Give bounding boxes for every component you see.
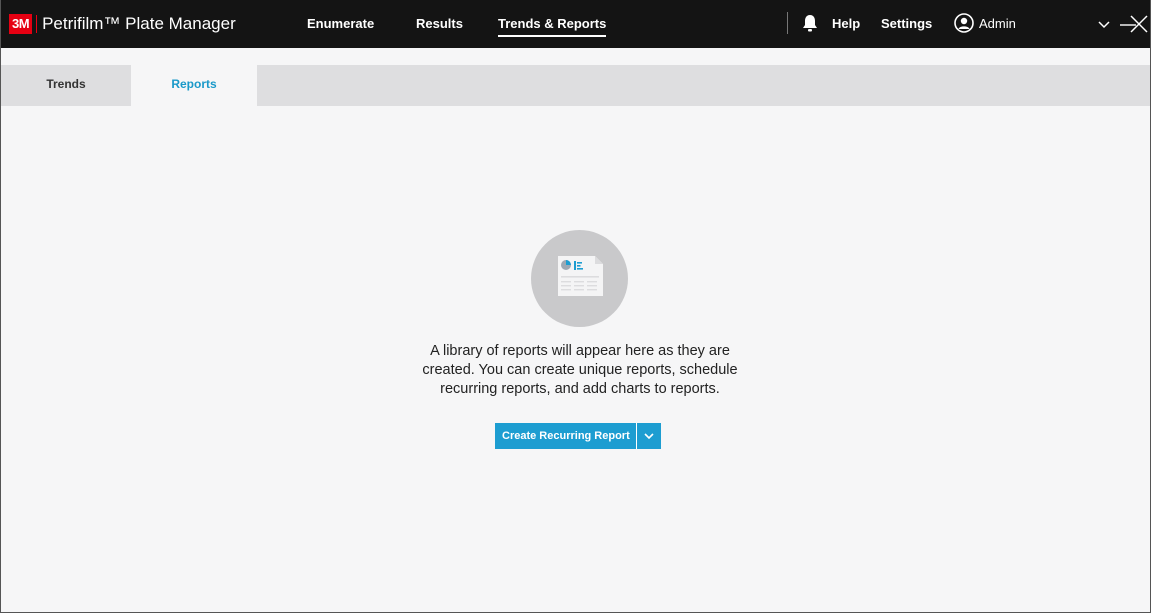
title-bar: 3M Petrifilm™ Plate Manager Enumerate Re… — [1, 0, 1150, 48]
empty-state-message: A library of reports will appear here as… — [380, 342, 780, 399]
nav-trends-reports[interactable]: Trends & Reports — [498, 15, 607, 37]
user-label[interactable]: Admin — [979, 15, 1016, 33]
empty-state-illustration — [531, 230, 628, 327]
chevron-down-icon — [644, 433, 654, 440]
create-report-split-button: Create Recurring Report — [495, 423, 661, 449]
empty-state-line: created. You can create unique reports, … — [422, 362, 738, 378]
help-link[interactable]: Help — [832, 15, 860, 33]
empty-state-line: recurring reports, and add charts to rep… — [440, 381, 720, 397]
tab-trends[interactable]: Trends — [1, 65, 131, 106]
reports-panel: A library of reports will appear here as… — [1, 106, 1150, 612]
3m-logo: 3M — [9, 14, 33, 34]
chevron-down-icon[interactable] — [1094, 14, 1114, 34]
create-recurring-report-button[interactable]: Create Recurring Report — [495, 423, 636, 449]
bell-icon[interactable] — [801, 13, 819, 33]
create-report-dropdown-button[interactable] — [636, 423, 661, 449]
tab-reports[interactable]: Reports — [131, 65, 257, 106]
app-title: Petrifilm™ Plate Manager — [42, 14, 236, 33]
user-circle-icon[interactable] — [954, 13, 974, 33]
nav-results[interactable]: Results — [416, 15, 463, 33]
tab-strip: Trends Reports — [1, 65, 1150, 106]
tab-bar: Trends Reports — [1, 48, 1150, 106]
nav-enumerate[interactable]: Enumerate — [307, 15, 374, 33]
brand-divider — [36, 15, 38, 33]
app-window: 3M Petrifilm™ Plate Manager Enumerate Re… — [0, 0, 1151, 613]
settings-link[interactable]: Settings — [881, 15, 932, 33]
empty-state-line: A library of reports will appear here as… — [430, 343, 730, 359]
close-icon[interactable] — [1129, 14, 1149, 34]
brand: 3M Petrifilm™ Plate Manager — [9, 12, 236, 36]
report-document-icon — [558, 256, 603, 296]
toolbar-divider — [787, 12, 788, 34]
